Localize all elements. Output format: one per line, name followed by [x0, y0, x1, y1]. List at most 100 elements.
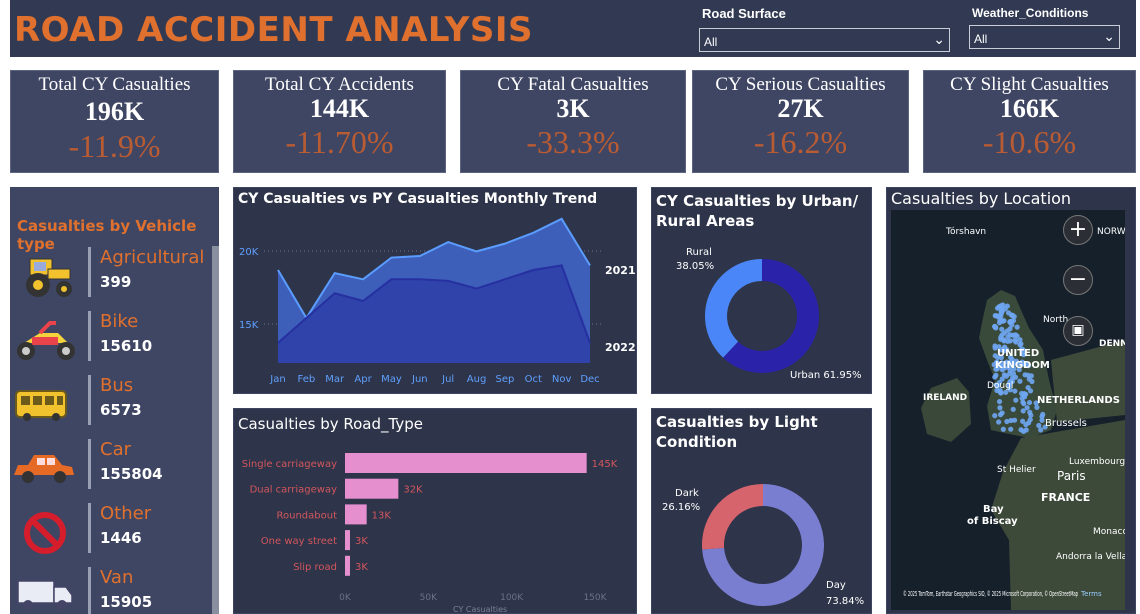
trend-chart-panel[interactable]: CY Casualties vs PY Casualties Monthly T… — [233, 187, 637, 394]
rural-pct: 38.05% — [676, 261, 714, 272]
weather-dropdown[interactable]: All ⌄ — [969, 25, 1120, 49]
kpi-change: -11.9% — [68, 128, 161, 164]
x-tick-label: Jan — [269, 374, 285, 385]
donut-slice-dark[interactable] — [702, 484, 763, 550]
bar-slip-road[interactable] — [345, 555, 350, 576]
x-tick-label: Oct — [525, 374, 542, 385]
bar-category-label: One way street — [261, 536, 337, 547]
map-label: of Biscay — [967, 516, 1018, 527]
vehicle-value: 399 — [100, 273, 132, 291]
map-point — [1027, 417, 1033, 423]
vehicle-item-van[interactable]: Van 15905 — [10, 567, 210, 614]
car-icon — [14, 455, 74, 483]
map-point — [993, 372, 999, 378]
kpi-card-fatal-casualties[interactable]: CY Fatal Casualties 3K -33.3% — [460, 70, 686, 173]
map-point — [1020, 408, 1026, 414]
bar-dual-carriageway[interactable] — [345, 478, 399, 499]
bar-roundabout[interactable] — [345, 504, 367, 525]
map-label: FRANCE — [1041, 491, 1090, 504]
map-label: KINGDOM — [995, 360, 1050, 371]
kpi-card-slight-casualties[interactable]: CY Slight Casualties 166K -10.6% — [923, 70, 1136, 173]
map-point — [1018, 341, 1024, 347]
vehicle-name: Bike — [100, 311, 139, 332]
dark-label: Dark — [675, 488, 699, 499]
map-label: Dougl — [987, 381, 1013, 391]
map-label: NETHERLANDS — [1037, 395, 1120, 406]
y-tick-label: 15K — [239, 320, 259, 331]
map-point — [1028, 412, 1034, 418]
map-label: Monaco — [1093, 527, 1125, 537]
bar-category-label: Slip road — [293, 562, 337, 573]
zoom-out-button[interactable]: − — [1063, 265, 1093, 295]
donut-slice-rural[interactable] — [705, 259, 762, 358]
divider — [88, 503, 91, 553]
urban-rural-panel[interactable]: CY Casualties by Urban/ Rural Areas Rura… — [651, 187, 872, 394]
vehicle-value: 155804 — [100, 465, 163, 483]
tractor-icon — [26, 258, 72, 297]
map-point — [1014, 324, 1020, 330]
x-tick-label: Dec — [580, 374, 599, 385]
map-label: DENM — [1099, 339, 1125, 349]
road-type-chart: Single carriageway 145K Dual carriageway 32… — [242, 453, 618, 613]
bar-one-way-street[interactable] — [345, 530, 350, 551]
x-axis-title: CY Casualties — [453, 605, 507, 613]
select-area-icon: ▣ — [1071, 322, 1085, 338]
road-surface-dropdown[interactable]: All ⌄ — [699, 28, 950, 52]
map-point — [1013, 397, 1019, 403]
bar-single-carriageway[interactable] — [345, 453, 587, 473]
map-point — [1000, 426, 1006, 432]
map-attribution: © 2025 TomTom, Earthstar Geographics SIO… — [903, 590, 1078, 598]
chevron-down-icon: ⌄ — [933, 31, 945, 47]
map-label: Paris — [1057, 469, 1086, 483]
no-entry-icon — [24, 512, 66, 554]
vehicle-list-scrollbar[interactable] — [212, 246, 219, 614]
map-canvas[interactable]: Tórshavn NORW North UNITED KINGDOM Dougl… — [891, 210, 1125, 610]
light-condition-panel[interactable]: Casualties by Light Condition Dark 26.16… — [651, 408, 872, 614]
vehicle-value: 1446 — [100, 529, 142, 547]
map-point — [1023, 422, 1029, 428]
x-tick-label: Nov — [552, 374, 572, 385]
road-surface-value: All — [704, 35, 718, 49]
vehicle-item-other[interactable]: Other 1446 — [10, 503, 210, 563]
bar-value-label: 3K — [355, 536, 368, 547]
map-point — [1005, 333, 1011, 340]
weather-value: All — [974, 32, 988, 46]
vehicle-item-car[interactable]: Car 155804 — [10, 439, 210, 499]
map-label: Brussels — [1045, 418, 1087, 429]
bar-value-label: 13K — [372, 510, 392, 521]
map-terms-link[interactable]: Terms — [1080, 590, 1102, 598]
map-point — [1038, 427, 1044, 433]
map-point — [1005, 310, 1012, 316]
kpi-card-serious-casualties[interactable]: CY Serious Casualties 27K -16.2% — [692, 70, 909, 173]
day-label: Day — [826, 580, 846, 591]
x-tick-label: Apr — [354, 374, 372, 385]
map-point — [992, 413, 998, 419]
kpi-title: CY Slight Casualties — [950, 74, 1109, 95]
x-tick-label: 50K — [420, 593, 438, 603]
x-tick-label: 100K — [500, 593, 524, 603]
kpi-value: 196K — [84, 97, 145, 126]
select-area-button[interactable]: ▣ — [1063, 316, 1093, 346]
x-tick-label: Aug — [467, 374, 487, 385]
x-tick-label: Sep — [495, 374, 514, 385]
road-surface-label: Road Surface — [702, 6, 786, 21]
road-type-panel[interactable]: Casualties by Road_Type Single carriagew… — [233, 408, 637, 614]
vehicle-item-bus[interactable]: Bus 6573 — [10, 375, 210, 435]
urban-rural-donut: Rural 38.05% Urban 61.95% — [676, 247, 862, 381]
divider — [88, 567, 91, 614]
kpi-card-total-casualties[interactable]: Total CY Casualties 196K -11.9% — [10, 70, 219, 173]
weather-label: Weather_Conditions — [972, 6, 1089, 20]
urban-label: Urban 61.95% — [790, 370, 862, 381]
divider — [88, 311, 91, 361]
kpi-card-total-accidents[interactable]: Total CY Accidents 144K -11.70% — [233, 70, 446, 173]
vehicle-item-bike[interactable]: Bike 15610 — [10, 311, 210, 371]
divider — [88, 247, 91, 297]
zoom-in-button[interactable]: + — [1063, 215, 1093, 245]
map-point — [996, 419, 1002, 425]
x-tick-label: 150K — [583, 593, 607, 603]
x-tick-label: 0K — [339, 593, 352, 603]
vehicle-value: 15610 — [100, 337, 153, 355]
map-label: Andorra la Vella — [1056, 552, 1125, 562]
vehicle-name: Bus — [100, 375, 134, 396]
vehicle-item-agricultural[interactable]: Agricultural 399 — [10, 247, 210, 307]
